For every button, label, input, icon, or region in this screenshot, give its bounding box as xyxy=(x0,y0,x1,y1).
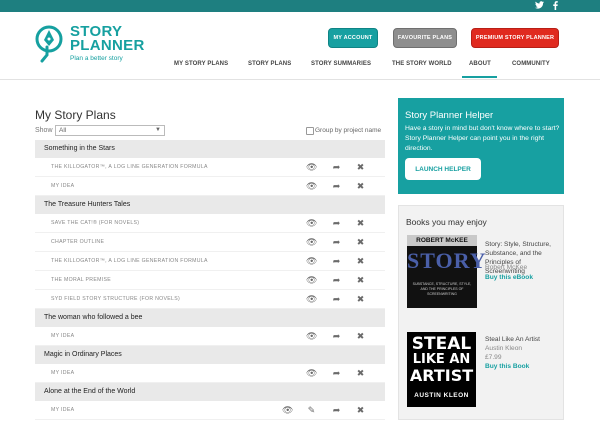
view-eye-icon[interactable]: 👁 xyxy=(306,218,317,229)
my-account-button[interactable]: MY ACCOUNT xyxy=(328,28,378,48)
books-panel: Books you may enjoy ROBERT McKEE STORY S… xyxy=(398,205,564,420)
view-eye-icon[interactable]: 👁 xyxy=(282,405,293,416)
share-arrow-icon[interactable]: ➦ xyxy=(331,218,342,229)
share-arrow-icon[interactable]: ➦ xyxy=(331,181,342,192)
list-item[interactable]: MY IDEA 👁 ➦ ✖ xyxy=(35,364,385,383)
book-cover-story[interactable]: ROBERT McKEE STORY SUBSTANCE, STRUCTURE,… xyxy=(407,235,486,308)
plan-name[interactable]: SYD FIELD STORY STRUCTURE (FOR NOVELS) xyxy=(51,296,180,302)
delete-x-icon[interactable]: ✖ xyxy=(355,256,366,267)
favourite-plans-button[interactable]: FAVOURITE PLANS xyxy=(393,28,457,48)
nav-story-summaries[interactable]: STORY SUMMARIES xyxy=(311,61,371,67)
premium-story-planner-button[interactable]: PREMIUM STORY PLANNER xyxy=(471,28,559,48)
list-item[interactable]: THE KILLOGATOR™, A LOG LINE GENERATION F… xyxy=(35,158,385,177)
books-title: Books you may enjoy xyxy=(406,217,487,227)
story-plans-list: Something in the Stars THE KILLOGATOR™, … xyxy=(35,140,385,420)
view-eye-icon[interactable]: 👁 xyxy=(306,181,317,192)
view-eye-icon[interactable]: 👁 xyxy=(306,237,317,248)
plan-name[interactable]: MY IDEA xyxy=(51,407,74,413)
nav-about[interactable]: ABOUT xyxy=(469,61,491,67)
group-by-project-checkbox[interactable] xyxy=(306,127,314,135)
twitter-icon[interactable] xyxy=(535,1,544,11)
show-filter-select[interactable]: All ▼ xyxy=(55,125,165,136)
project-header: Alone at the End of the World xyxy=(35,383,385,401)
share-arrow-icon[interactable]: ➦ xyxy=(331,368,342,379)
book-price: £7.99 xyxy=(485,354,502,361)
list-item[interactable]: MY IDEA 👁 ➦ ✖ xyxy=(35,327,385,346)
share-arrow-icon[interactable]: ➦ xyxy=(331,237,342,248)
plan-name[interactable]: CHAPTER OUTLINE xyxy=(51,239,104,245)
share-arrow-icon[interactable]: ➦ xyxy=(331,331,342,342)
project-header: Magic in Ordinary Places xyxy=(35,346,385,364)
plan-name[interactable]: MY IDEA xyxy=(51,370,74,376)
book-title[interactable]: Steal Like An Artist xyxy=(485,335,540,344)
delete-x-icon[interactable]: ✖ xyxy=(355,275,366,286)
brand-name[interactable]: STORY PLANNER xyxy=(70,24,145,53)
list-item[interactable]: SYD FIELD STORY STRUCTURE (FOR NOVELS) 👁… xyxy=(35,290,385,309)
list-item[interactable]: SAVE THE CAT!® (FOR NOVELS) 👁 ➦ ✖ xyxy=(35,214,385,233)
show-label: Show xyxy=(35,127,53,134)
view-eye-icon[interactable]: 👁 xyxy=(306,368,317,379)
site-header: STORY PLANNER Plan a better story MY ACC… xyxy=(0,12,600,80)
share-arrow-icon[interactable]: ➦ xyxy=(331,294,342,305)
plan-name[interactable]: THE MORAL PREMISE xyxy=(51,277,111,283)
share-arrow-icon[interactable]: ➦ xyxy=(331,405,342,416)
delete-x-icon[interactable]: ✖ xyxy=(355,181,366,192)
delete-x-icon[interactable]: ✖ xyxy=(355,218,366,229)
share-arrow-icon[interactable]: ➦ xyxy=(331,275,342,286)
list-item[interactable]: THE KILLOGATOR™, A LOG LINE GENERATION F… xyxy=(35,252,385,271)
delete-x-icon[interactable]: ✖ xyxy=(355,331,366,342)
view-eye-icon[interactable]: 👁 xyxy=(306,331,317,342)
list-item[interactable]: MY IDEA 👁 ✎ ➦ ✖ xyxy=(35,401,385,420)
plan-name[interactable]: SAVE THE CAT!® (FOR NOVELS) xyxy=(51,220,139,226)
list-item[interactable]: THE MORAL PREMISE 👁 ➦ ✖ xyxy=(35,271,385,290)
plan-name[interactable]: THE KILLOGATOR™, A LOG LINE GENERATION F… xyxy=(51,258,208,264)
helper-title: Story Planner Helper xyxy=(405,110,494,121)
project-header: The woman who followed a bee xyxy=(35,309,385,327)
facebook-icon[interactable] xyxy=(553,1,558,12)
nav-the-story-world[interactable]: THE STORY WORLD xyxy=(392,61,452,67)
delete-x-icon[interactable]: ✖ xyxy=(355,237,366,248)
plan-name[interactable]: MY IDEA xyxy=(51,333,74,339)
view-eye-icon[interactable]: 👁 xyxy=(306,275,317,286)
view-eye-icon[interactable]: 👁 xyxy=(306,162,317,173)
delete-x-icon[interactable]: ✖ xyxy=(355,294,366,305)
project-header: The Treasure Hunters Tales xyxy=(35,196,385,214)
project-header: Something in the Stars xyxy=(35,140,385,158)
book-author: Austin Kleon xyxy=(485,345,523,352)
delete-x-icon[interactable]: ✖ xyxy=(355,162,366,173)
active-nav-indicator xyxy=(462,76,497,78)
book-cover-steal-like-an-artist[interactable]: STEAL LIKE AN ARTIST AUSTIN KLEON xyxy=(407,332,476,407)
helper-description: Have a story in mind but don't know wher… xyxy=(405,125,560,152)
nav-community[interactable]: COMMUNITY xyxy=(512,61,550,67)
list-item[interactable]: CHAPTER OUTLINE 👁 ➦ ✖ xyxy=(35,233,385,252)
buy-ebook-link[interactable]: Buy this eBook xyxy=(485,274,533,281)
nav-my-story-plans[interactable]: MY STORY PLANS xyxy=(174,61,228,67)
delete-x-icon[interactable]: ✖ xyxy=(355,405,366,416)
delete-x-icon[interactable]: ✖ xyxy=(355,368,366,379)
page-title: My Story Plans xyxy=(35,108,116,122)
brand-tagline: Plan a better story xyxy=(70,55,123,62)
top-bar xyxy=(0,0,600,12)
group-by-project-label: Group by project name xyxy=(315,127,382,134)
plan-name[interactable]: THE KILLOGATOR™, A LOG LINE GENERATION F… xyxy=(51,164,208,170)
story-planner-helper-panel: Story Planner Helper Have a story in min… xyxy=(398,98,564,194)
buy-book-link[interactable]: Buy this Book xyxy=(485,363,529,370)
launch-helper-button[interactable]: LAUNCH HELPER xyxy=(405,158,481,180)
nav-story-plans[interactable]: STORY PLANS xyxy=(248,61,291,67)
list-item[interactable]: MY IDEA 👁 ➦ ✖ xyxy=(35,177,385,196)
edit-pencil-icon[interactable]: ✎ xyxy=(306,405,317,416)
view-eye-icon[interactable]: 👁 xyxy=(306,294,317,305)
share-arrow-icon[interactable]: ➦ xyxy=(331,162,342,173)
share-arrow-icon[interactable]: ➦ xyxy=(331,256,342,267)
book-author: Robert McKee xyxy=(485,264,528,271)
plan-name[interactable]: MY IDEA xyxy=(51,183,74,189)
chevron-down-icon: ▼ xyxy=(155,127,161,133)
view-eye-icon[interactable]: 👁 xyxy=(306,256,317,267)
pen-nib-logo-icon[interactable] xyxy=(34,24,68,64)
